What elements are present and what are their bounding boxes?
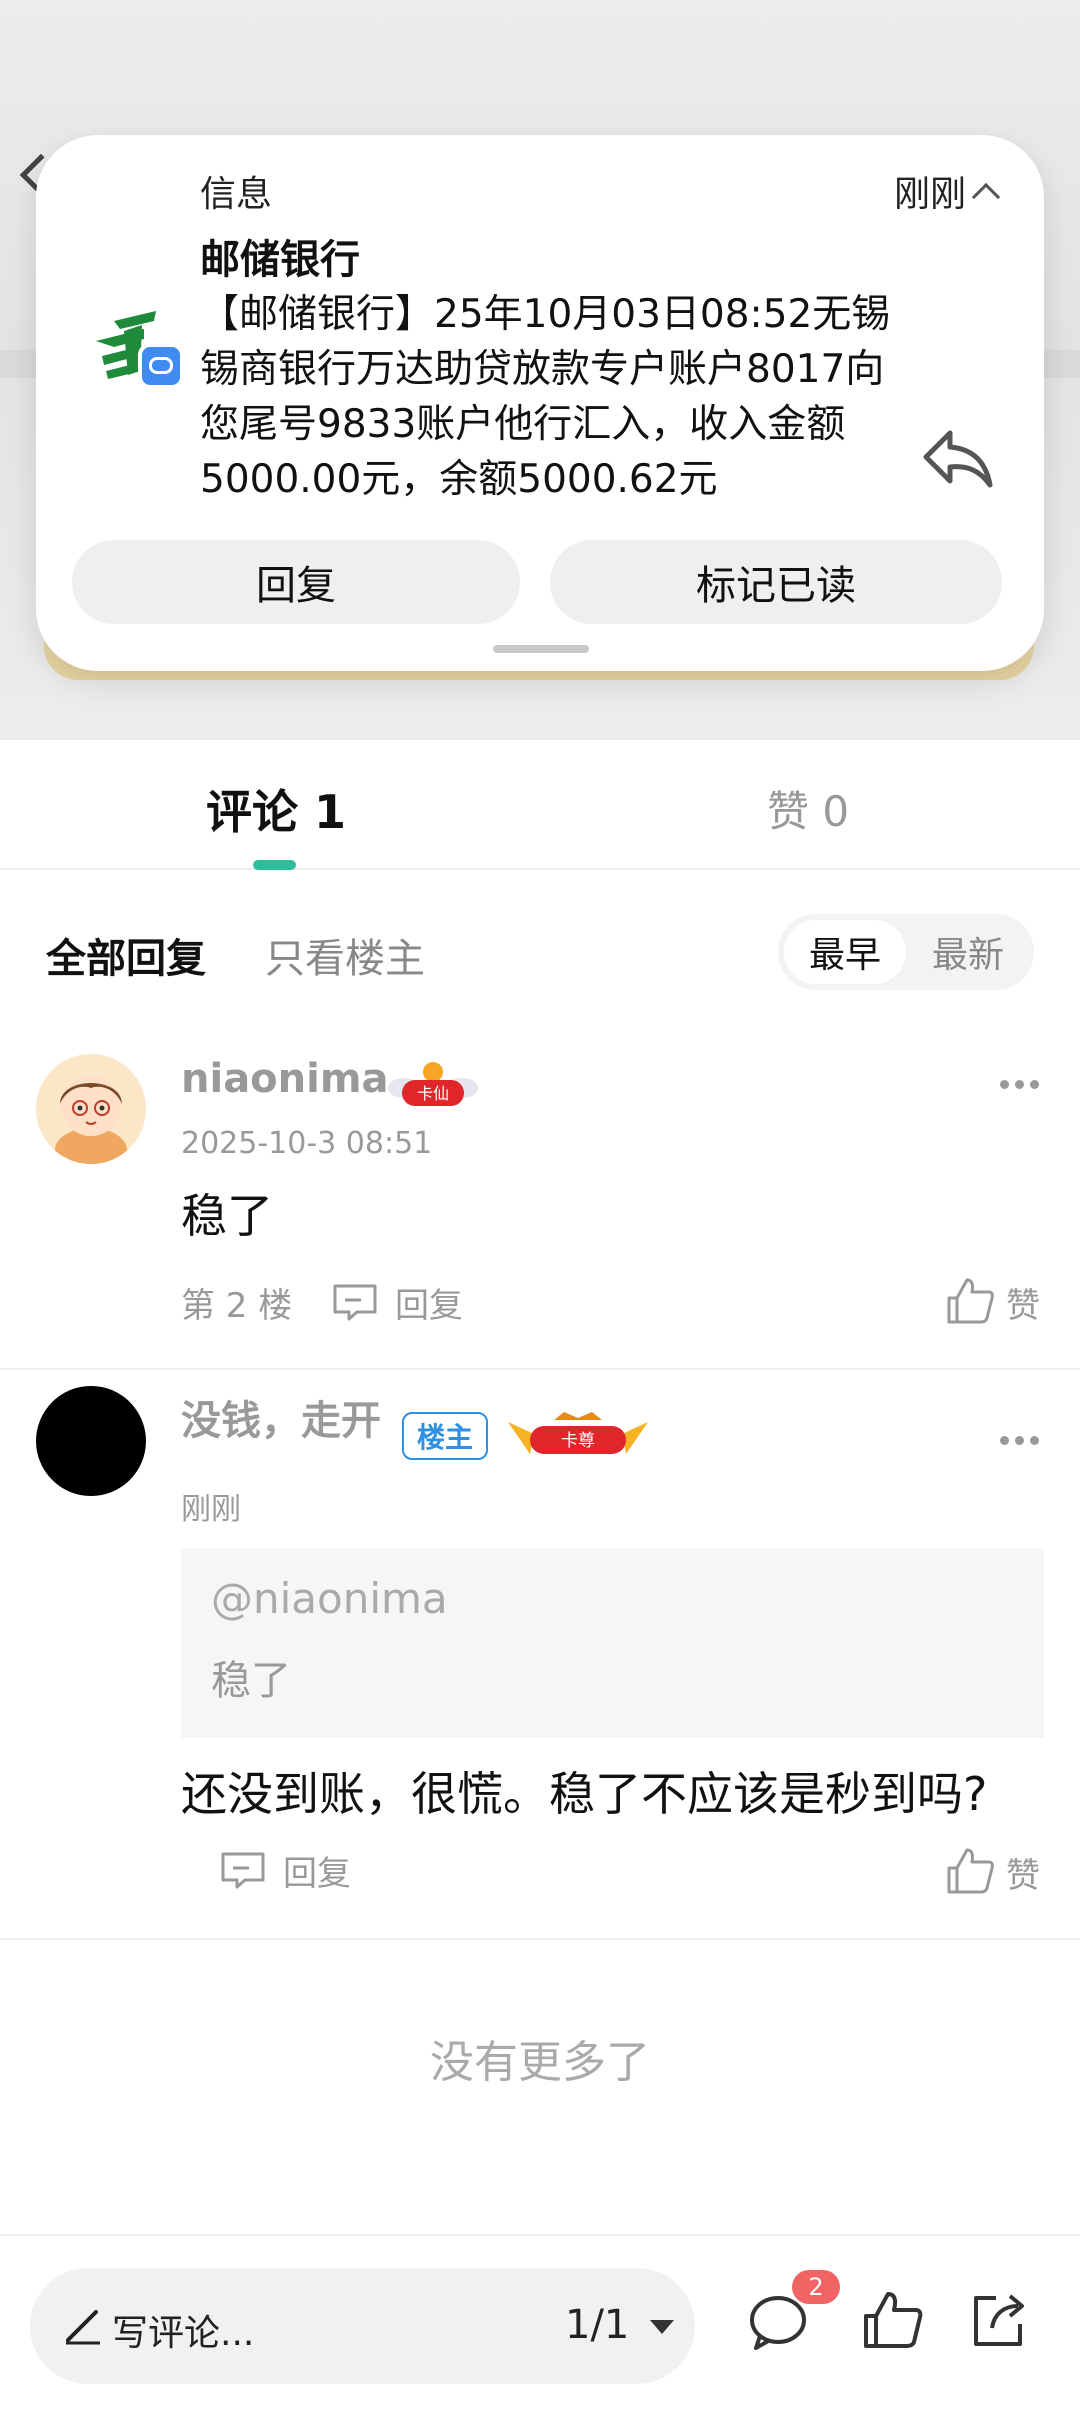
reply-icon[interactable]	[331, 1282, 379, 1322]
thumbs-up-icon[interactable]	[945, 1276, 995, 1326]
page: 信息 刚刚 邮储银行 【邮储银行】25年10月03日08:52无锡锡商银行万达助…	[0, 0, 1080, 2412]
mark-as-read-button[interactable]: 标记已读	[550, 540, 1002, 624]
comment-text: 稳了	[181, 1189, 273, 1243]
more-options-icon[interactable]	[1000, 1080, 1040, 1090]
write-comment-input[interactable]: 写评论... 1/1	[30, 2268, 695, 2384]
comment-item: niaonima 卡仙 2025-10-3 08:51 稳了 第 2 楼 回复 …	[0, 1040, 1080, 1370]
quoted-reply: @niaonima 稳了	[181, 1548, 1044, 1738]
active-tab-indicator	[253, 860, 296, 870]
page-indicator[interactable]: 1/1	[565, 2302, 629, 2348]
notification-app-name: 信息	[200, 174, 273, 215]
tab-comments[interactable]: 评论 1	[206, 776, 346, 842]
sms-notification[interactable]: 信息 刚刚 邮储银行 【邮储银行】25年10月03日08:52无锡锡商银行万达助…	[36, 135, 1044, 671]
comment-username[interactable]: 没钱，走开	[181, 1388, 381, 1446]
level-badge-icon: 卡尊	[508, 1412, 648, 1454]
level-badge-text: 卡仙	[417, 1084, 449, 1103]
drag-handle[interactable]	[493, 645, 589, 653]
pen-icon	[66, 2310, 100, 2345]
quoted-username[interactable]: @niaonima	[211, 1574, 448, 1623]
comment-count-badge: 2	[792, 2270, 840, 2304]
level-badge-icon: 卡仙	[388, 1062, 478, 1106]
tab-bar: 评论 1 赞 0	[0, 740, 1080, 870]
tab-likes[interactable]: 赞 0	[767, 778, 849, 839]
avatar[interactable]	[36, 1386, 146, 1496]
comment-username[interactable]: niaonima	[181, 1056, 389, 1102]
thumbs-up-icon[interactable]	[945, 1846, 995, 1896]
like-button[interactable]: 赞	[1006, 1278, 1040, 1327]
notification-sender: 邮储银行	[200, 237, 360, 283]
reply-filter-row: 全部回复 只看楼主 最早 最新	[0, 900, 1080, 1010]
level-badge-text: 卡尊	[561, 1431, 595, 1451]
like-button[interactable]: 赞	[1006, 1848, 1040, 1897]
comment-text: 还没到账，很慌。稳了不应该是秒到吗?	[181, 1767, 988, 1821]
filter-op-only[interactable]: 只看楼主	[265, 926, 425, 984]
reply-button[interactable]: 回复	[395, 1278, 463, 1327]
messages-app-icon	[138, 343, 184, 389]
more-options-icon[interactable]	[1000, 1436, 1040, 1446]
notification-reply-button[interactable]: 回复	[72, 540, 520, 624]
notification-time: 刚刚	[893, 174, 966, 215]
no-more-label: 没有更多了	[430, 2037, 650, 2088]
thumbs-up-icon[interactable]	[860, 2288, 924, 2352]
quoted-text: 稳了	[211, 1658, 291, 1704]
filter-all-replies[interactable]: 全部回复	[46, 926, 206, 984]
reply-button[interactable]: 回复	[283, 1846, 351, 1895]
comment-item: 没钱，走开 楼主 卡尊 刚刚 @niaonima 稳了 还没到账，很慌。稳了不应…	[0, 1372, 1080, 1940]
caret-down-icon[interactable]	[650, 2320, 674, 2334]
reply-arrow-icon[interactable]	[920, 425, 996, 491]
chevron-up-icon[interactable]	[971, 182, 1001, 212]
notification-body: 【邮储银行】25年10月03日08:52无锡锡商银行万达助贷放款专户账户8017…	[200, 292, 891, 502]
share-icon[interactable]	[966, 2288, 1030, 2352]
sort-toggle: 最早 最新	[778, 914, 1034, 990]
comment-date: 刚刚	[181, 1492, 241, 1527]
avatar[interactable]	[36, 1054, 146, 1164]
sort-newest-button[interactable]: 最新	[908, 920, 1028, 984]
bottom-action-bar: 写评论... 1/1 2	[0, 2234, 1080, 2412]
write-comment-placeholder: 写评论...	[112, 2313, 255, 2354]
comment-date: 2025-10-3 08:51	[181, 1126, 433, 1161]
op-tag: 楼主	[402, 1412, 488, 1460]
floor-number: 第 2 楼	[181, 1286, 293, 1326]
reply-icon[interactable]	[219, 1850, 267, 1890]
sort-earliest-button[interactable]: 最早	[784, 920, 906, 984]
